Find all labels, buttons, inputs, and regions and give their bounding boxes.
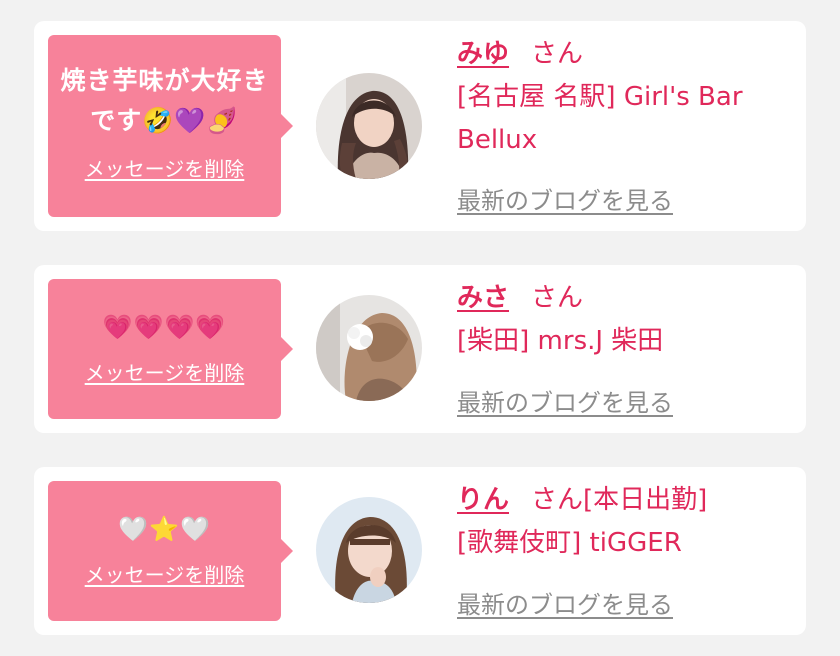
user-name-link[interactable]: りん	[457, 485, 509, 515]
latest-blog-link[interactable]: 最新のブログを見る	[457, 585, 673, 620]
delete-message-link[interactable]: メッセージを削除	[85, 357, 245, 386]
avatar[interactable]	[316, 73, 422, 179]
message-text: 焼き芋味が大好きです🤣💜🍠	[60, 66, 269, 135]
delete-message-link[interactable]: メッセージを削除	[85, 153, 245, 182]
latest-blog-link[interactable]: 最新のブログを見る	[457, 383, 673, 418]
avatar[interactable]	[316, 295, 422, 401]
delete-message-link[interactable]: メッセージを削除	[85, 559, 245, 588]
message-bubble: 🤍⭐🤍 メッセージを削除	[48, 481, 293, 621]
message-text: 🤍⭐🤍	[118, 515, 211, 543]
honorific: さん[本日出勤]	[531, 485, 708, 515]
avatar-photo-icon	[316, 73, 422, 179]
message-card: 💗💗💗💗 メッセージを削除 みさ さん [柴田] mrs.J 柴田 最新のブログを…	[34, 265, 806, 433]
avatar-photo-icon	[316, 295, 422, 401]
message-list: 焼き芋味が大好きです🤣💜🍠 メッセージを削除 みゆ さん [名古屋 名駅] Gir…	[0, 0, 840, 656]
user-name-link[interactable]: みゆ	[457, 39, 509, 69]
name-line: みゆ さん	[457, 35, 792, 73]
message-card: 焼き芋味が大好きです🤣💜🍠 メッセージを削除 みゆ さん [名古屋 名駅] Gir…	[34, 21, 806, 231]
name-line: みさ さん	[457, 279, 792, 317]
message-card: 🤍⭐🤍 メッセージを削除 りん さん[本日出勤] [歌舞伎町] tiGGER 最新…	[34, 467, 806, 635]
honorific: さん	[531, 39, 584, 69]
profile-info: みさ さん [柴田] mrs.J 柴田	[457, 279, 792, 363]
shop-name: [名古屋 名駅] Girl's Bar Bellux	[457, 82, 743, 155]
shop-name: [柴田] mrs.J 柴田	[457, 326, 664, 356]
latest-blog-link[interactable]: 最新のブログを見る	[457, 181, 673, 216]
profile-info: みゆ さん [名古屋 名駅] Girl's Bar Bellux	[457, 35, 792, 162]
profile-info: りん さん[本日出勤] [歌舞伎町] tiGGER	[457, 481, 792, 565]
message-bubble: 💗💗💗💗 メッセージを削除	[48, 279, 293, 419]
name-line: りん さん[本日出勤]	[457, 481, 792, 519]
message-bubble: 焼き芋味が大好きです🤣💜🍠 メッセージを削除	[48, 35, 293, 217]
user-name-link[interactable]: みさ	[457, 283, 509, 313]
shop-name: [歌舞伎町] tiGGER	[457, 528, 682, 558]
avatar-photo-icon	[316, 497, 422, 603]
avatar[interactable]	[316, 497, 422, 603]
honorific: さん	[531, 283, 584, 313]
message-text: 💗💗💗💗	[102, 313, 227, 341]
